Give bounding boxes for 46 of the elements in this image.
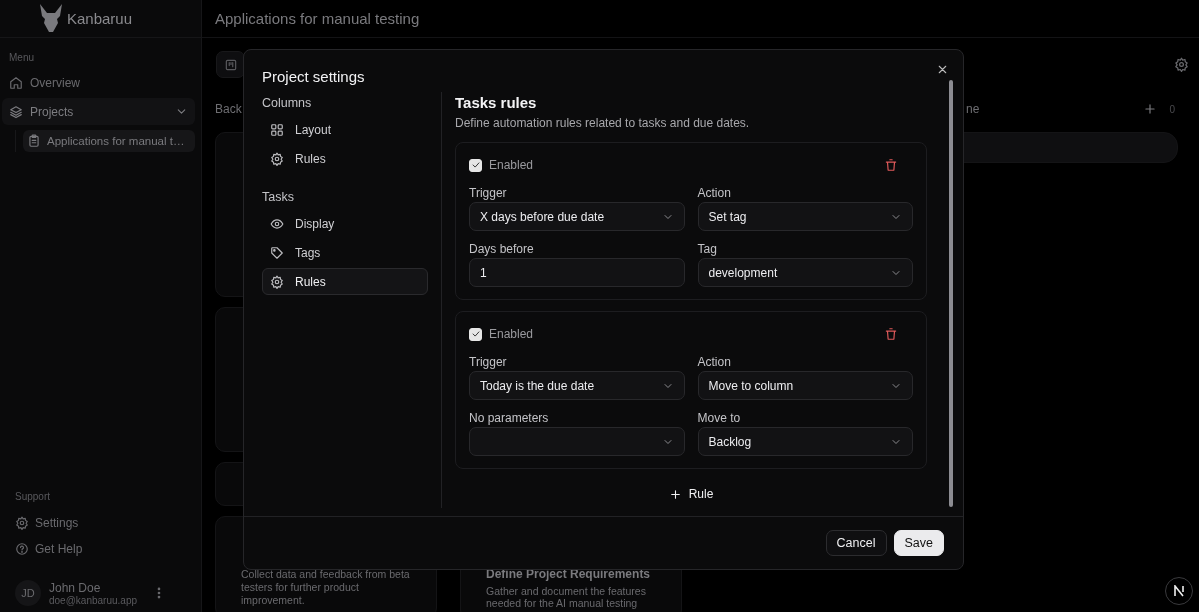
field-label: Days before	[469, 242, 535, 256]
add-rule-button[interactable]: Rule	[664, 483, 718, 505]
section-label: Menu	[8, 51, 35, 65]
checkbox-label: Enabled	[489, 327, 534, 341]
field-label: No parameters	[469, 411, 550, 425]
save-button[interactable]: Save	[893, 530, 944, 556]
user-name: John Doe	[49, 580, 102, 595]
project-item[interactable]: Applications for manual t…	[23, 130, 195, 152]
page-title: Applications for manual testing	[202, 0, 1199, 38]
field-label: Trigger	[469, 355, 508, 369]
select-field[interactable]: X days before due date	[469, 202, 685, 231]
input-field[interactable]: 1	[469, 258, 685, 287]
nav-item[interactable]: Get Help	[0, 536, 201, 562]
nav-heading: Tasks	[262, 189, 295, 206]
select-field[interactable]: Today is the due date	[469, 371, 685, 400]
column-title: ne	[966, 102, 980, 116]
dialog-title: Project settings	[262, 68, 365, 84]
nav-item[interactable]: Rules	[262, 145, 428, 172]
nav-item[interactable]: Projects	[2, 98, 195, 125]
section-description: Define automation rules related to tasks and due dates.	[455, 116, 751, 130]
nav-item[interactable]: Overview	[2, 69, 195, 96]
nav-item[interactable]: Tags	[262, 239, 428, 266]
field-label: Action	[697, 355, 732, 369]
nav-item[interactable]: Settings	[0, 510, 201, 536]
select-field[interactable]: Set tag	[697, 202, 913, 231]
field-label: Tag	[697, 242, 718, 256]
nav-heading: Columns	[262, 95, 313, 112]
user-email: doe@kanbaruu.app	[49, 594, 137, 606]
nav-item[interactable]: Layout	[262, 116, 428, 143]
field-label: Trigger	[469, 186, 508, 200]
column-title: Back	[215, 102, 242, 116]
task-count: 0	[1169, 103, 1175, 115]
task-description: Gather and document the features needed for the AI manual testing	[486, 585, 647, 609]
cancel-button[interactable]: Cancel	[825, 530, 887, 556]
select-field[interactable]: development	[697, 258, 913, 287]
nav-item[interactable]: Display	[262, 210, 428, 237]
section-title: Tasks rules	[455, 94, 538, 111]
app-name: Kanbaruu	[66, 10, 133, 27]
field-label: Move to	[697, 411, 742, 425]
select-field[interactable]: Move to column	[697, 371, 913, 400]
select-field[interactable]: Backlog	[697, 427, 913, 456]
task-description: Collect data and feedback from beta testers for further product improvement.	[241, 568, 411, 607]
nav-item[interactable]: Rules	[262, 268, 428, 295]
checkbox-label: Enabled	[489, 158, 534, 172]
section-label: Support	[14, 491, 52, 504]
field-label: Action	[697, 186, 732, 200]
